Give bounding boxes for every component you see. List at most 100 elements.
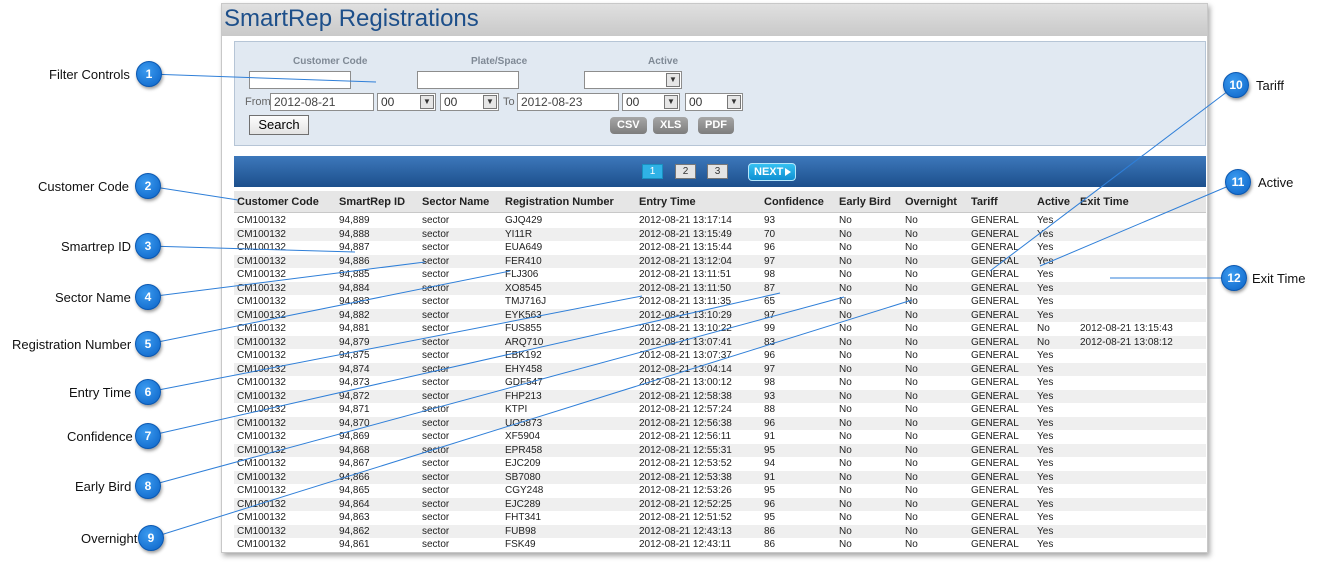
- cell-exit-time: 2012-08-21 13:15:43: [1080, 323, 1173, 334]
- column-header-sector-name[interactable]: Sector Name: [422, 196, 489, 208]
- column-header-smartrep-id[interactable]: SmartRep ID: [339, 196, 405, 208]
- active-label: Active: [648, 56, 679, 67]
- cell-early-bird: No: [839, 309, 852, 321]
- chevron-down-icon: ▼: [664, 95, 678, 109]
- cell-smartrep-id: 94,863: [339, 512, 370, 523]
- cell-confidence: 95: [764, 512, 776, 523]
- table-row[interactable]: CM100132 94,868 sector EPR458 2012-08-21 12:…: [234, 443, 1206, 457]
- table-row[interactable]: CM100132 94,870 sector UO5873 2012-08-21 12:…: [234, 416, 1206, 430]
- table-row[interactable]: CM100132 94,884 sector XO8545 2012-08-21 13:…: [234, 281, 1206, 295]
- column-header-active[interactable]: Active: [1037, 196, 1070, 208]
- table-row[interactable]: CM100132 94,886 sector FER410 2012-08-21 13:…: [234, 254, 1206, 268]
- cell-active: Yes: [1037, 215, 1054, 226]
- from-label: From: [245, 96, 271, 108]
- cell-tariff: GENERAL: [971, 377, 1019, 388]
- from-hour-select[interactable]: 00 ▼: [377, 93, 436, 111]
- callout-label-7: Confidence: [67, 429, 133, 444]
- xls-export-button[interactable]: XLS: [653, 117, 689, 134]
- table-row[interactable]: CM100132 94,885 sector FLJ306 2012-08-21 13:…: [234, 268, 1206, 282]
- column-header-registration-number[interactable]: Registration Number: [505, 196, 614, 208]
- cell-early-bird: No: [839, 498, 852, 510]
- cell-registration-number: FUS855: [505, 323, 542, 334]
- callout-label-5: Registration Number: [12, 337, 132, 352]
- cell-confidence: 91: [764, 471, 776, 483]
- table-row[interactable]: CM100132 94,874 sector EHY458 2012-08-21 13:…: [234, 362, 1206, 376]
- table-row[interactable]: CM100132 94,883 sector TMJ716J 2012-08-21 13…: [234, 295, 1206, 309]
- cell-early-bird: No: [839, 377, 852, 388]
- page-button-3[interactable]: 3: [707, 164, 728, 179]
- column-header-early-bird[interactable]: Early Bird: [839, 196, 891, 208]
- to-minute-select[interactable]: 00 ▼: [685, 93, 743, 111]
- active-select[interactable]: ▼: [584, 71, 682, 89]
- cell-sector-name: sector: [422, 215, 450, 226]
- table-row[interactable]: CM100132 94,869 sector XF5904 2012-08-21 12:…: [234, 430, 1206, 444]
- page-button-1[interactable]: 1: [642, 164, 663, 179]
- cell-sector-name: sector: [422, 498, 450, 510]
- table-body: CM100132 94,889 sector GJQ429 2012-08-21 13:…: [234, 214, 1206, 552]
- cell-active: Yes: [1037, 471, 1054, 483]
- cell-customer-code: CM100132: [237, 498, 286, 510]
- cell-early-bird: No: [839, 363, 852, 375]
- table-row[interactable]: CM100132 94,864 sector EJC289 2012-08-21 12:…: [234, 497, 1206, 511]
- cell-smartrep-id: 94,867: [339, 458, 370, 469]
- cell-registration-number: FHP213: [505, 390, 542, 402]
- search-button[interactable]: Search: [249, 115, 309, 135]
- column-header-overnight[interactable]: Overnight: [905, 196, 957, 208]
- to-date-input[interactable]: 2012-08-23: [517, 93, 619, 111]
- cell-early-bird: No: [839, 269, 852, 280]
- table-row[interactable]: CM100132 94,889 sector GJQ429 2012-08-21 13:…: [234, 214, 1206, 228]
- table-row[interactable]: CM100132 94,873 sector GDF547 2012-08-21 13:…: [234, 376, 1206, 390]
- page-button-2[interactable]: 2: [675, 164, 696, 179]
- cell-active: Yes: [1037, 228, 1054, 240]
- cell-confidence: 83: [764, 336, 776, 348]
- cell-active: Yes: [1037, 539, 1054, 550]
- table-row[interactable]: CM100132 94,866 sector SB7080 2012-08-21 12:…: [234, 470, 1206, 484]
- cell-customer-code: CM100132: [237, 390, 286, 402]
- customer-code-input[interactable]: [249, 71, 351, 89]
- callout-badge-1: 1: [136, 61, 162, 87]
- table-row[interactable]: CM100132 94,879 sector ARQ710 2012-08-21 13:…: [234, 335, 1206, 349]
- table-row[interactable]: CM100132 94,882 sector EYK563 2012-08-21 13:…: [234, 308, 1206, 322]
- callout-label-9: Overnight: [81, 531, 138, 546]
- plate-space-input[interactable]: [417, 71, 519, 89]
- cell-smartrep-id: 94,881: [339, 323, 370, 334]
- table-row[interactable]: CM100132 94,881 sector FUS855 2012-08-21 13:…: [234, 322, 1206, 336]
- table-row[interactable]: CM100132 94,862 sector FUB98 2012-08-21 12:4…: [234, 524, 1206, 538]
- cell-smartrep-id: 94,869: [339, 431, 370, 442]
- cell-smartrep-id: 94,887: [339, 242, 370, 253]
- table-row[interactable]: CM100132 94,865 sector CGY248 2012-08-21 12:…: [234, 484, 1206, 498]
- pdf-export-button[interactable]: PDF: [698, 117, 734, 134]
- callout-label-10: Tariff: [1256, 78, 1284, 93]
- cell-entry-time: 2012-08-21 13:11:35: [639, 296, 732, 307]
- next-page-button[interactable]: NEXT: [748, 163, 796, 181]
- callout-label-3: Smartrep ID: [61, 239, 132, 254]
- cell-early-bird: No: [839, 404, 852, 415]
- cell-registration-number: FUB98: [505, 525, 537, 537]
- table-row[interactable]: CM100132 94,867 sector EJC209 2012-08-21 12:…: [234, 457, 1206, 471]
- cell-customer-code: CM100132: [237, 255, 286, 267]
- column-header-entry-time[interactable]: Entry Time: [639, 196, 696, 208]
- cell-smartrep-id: 94,886: [339, 255, 370, 267]
- table-row[interactable]: CM100132 94,872 sector FHP213 2012-08-21 12:…: [234, 389, 1206, 403]
- cell-early-bird: No: [839, 282, 852, 294]
- cell-tariff: GENERAL: [971, 255, 1019, 267]
- column-header-tariff[interactable]: Tariff: [971, 196, 998, 208]
- to-hour-select[interactable]: 00 ▼: [622, 93, 680, 111]
- table-row[interactable]: CM100132 94,888 sector YI11R 2012-08-21 13:1…: [234, 227, 1206, 241]
- column-header-exit-time[interactable]: Exit Time: [1080, 196, 1129, 208]
- csv-export-button[interactable]: CSV: [610, 117, 647, 134]
- cell-overnight: No: [905, 431, 918, 442]
- cell-overnight: No: [905, 485, 918, 496]
- table-row[interactable]: CM100132 94,861 sector FSK49 2012-08-21 12:4…: [234, 538, 1206, 552]
- from-minute-select[interactable]: 00 ▼: [440, 93, 499, 111]
- plate-space-label: Plate/Space: [471, 56, 528, 67]
- from-date-input[interactable]: 2012-08-21: [270, 93, 374, 111]
- table-row[interactable]: CM100132 94,871 sector KTPI 2012-08-21 12:57…: [234, 403, 1206, 417]
- table-row[interactable]: CM100132 94,887 sector EUA649 2012-08-21 13:…: [234, 241, 1206, 255]
- cell-overnight: No: [905, 512, 918, 523]
- table-row[interactable]: CM100132 94,863 sector FHT341 2012-08-21 12:…: [234, 511, 1206, 525]
- column-header-confidence[interactable]: Confidence: [764, 196, 824, 208]
- column-header-customer-code[interactable]: Customer Code: [237, 196, 319, 208]
- table-row[interactable]: CM100132 94,875 sector EBK192 2012-08-21 13:…: [234, 349, 1206, 363]
- cell-customer-code: CM100132: [237, 350, 286, 361]
